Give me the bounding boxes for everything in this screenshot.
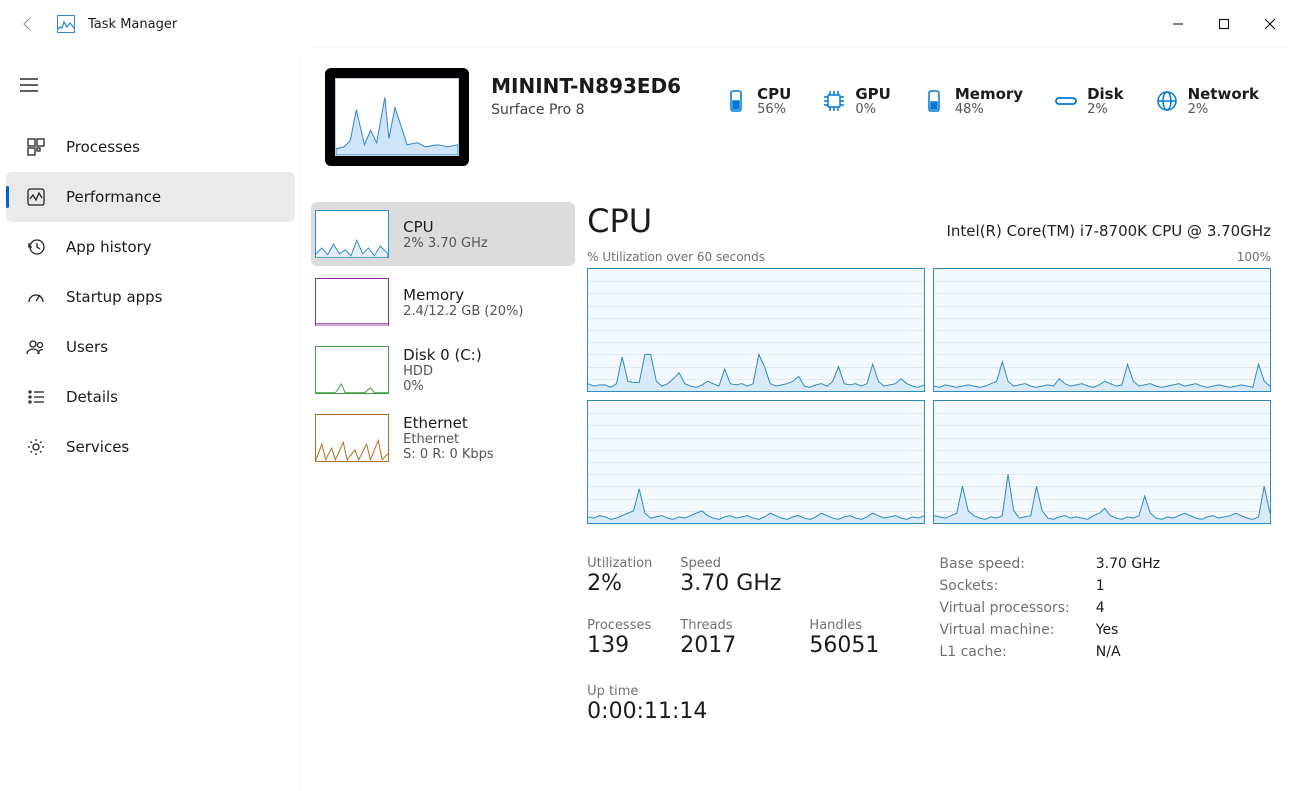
stat-processes: 139 xyxy=(587,633,652,658)
nav-label: Startup apps xyxy=(66,288,163,306)
nav-label: App history xyxy=(66,238,152,256)
list-icon xyxy=(24,385,48,409)
perf-item-disk[interactable]: Disk 0 (C:)HDD 0% xyxy=(311,338,575,402)
disk-icon xyxy=(1053,88,1079,114)
perf-item-cpu[interactable]: CPU2% 3.70 GHz xyxy=(311,202,575,266)
maximize-button[interactable] xyxy=(1201,6,1247,42)
header-card: MININT-N893ED6 Surface Pro 8 CPU56% GPU0… xyxy=(301,48,1293,190)
nav-performance[interactable]: Performance xyxy=(6,172,295,222)
users-icon xyxy=(24,335,48,359)
nav-label: Details xyxy=(66,388,118,406)
header-thumbnail xyxy=(325,68,469,166)
hamburger-button[interactable] xyxy=(6,66,52,104)
quick-stat-cpu[interactable]: CPU56% xyxy=(723,86,791,117)
nav-startup-apps[interactable]: Startup apps xyxy=(6,272,295,322)
mini-chart-cpu xyxy=(315,210,389,258)
nav-users[interactable]: Users xyxy=(6,322,295,372)
quick-stat-gpu[interactable]: GPU0% xyxy=(821,86,891,117)
cpu-bar-icon xyxy=(723,88,749,114)
app-title: Task Manager xyxy=(88,17,177,32)
perf-main: CPU Intel(R) Core(TM) i7-8700K CPU @ 3.7… xyxy=(587,196,1271,771)
stats-right: Base speed:3.70 GHz Sockets:1 Virtual pr… xyxy=(939,556,1160,660)
mini-chart-ethernet xyxy=(315,414,389,462)
quick-stats: CPU56% GPU0% Memory48% Disk2% Network2% xyxy=(723,86,1259,117)
host-model: Surface Pro 8 xyxy=(491,102,701,118)
nav-label: Processes xyxy=(66,138,140,156)
axis-right-label: 100% xyxy=(1237,250,1271,264)
cpu-charts-grid xyxy=(587,268,1271,524)
nav-services[interactable]: Services xyxy=(6,422,295,472)
uptime-block: Up time 0:00:11:14 xyxy=(587,684,1271,724)
memory-bar-icon xyxy=(921,88,947,114)
sidebar: Processes Performance App history Startu… xyxy=(0,48,301,791)
cpu-chart-3 xyxy=(933,400,1271,524)
stat-uptime: 0:00:11:14 xyxy=(587,699,1271,724)
activity-icon xyxy=(24,185,48,209)
stats-left: Utilization 2% Speed 3.70 GHz Processes … xyxy=(587,556,879,660)
back-button[interactable] xyxy=(10,6,46,42)
nav-label: Performance xyxy=(66,188,161,206)
resource-title: CPU xyxy=(587,202,652,240)
nav-label: Services xyxy=(66,438,129,456)
mini-chart-memory xyxy=(315,278,389,326)
minimize-button[interactable] xyxy=(1155,6,1201,42)
chip-icon xyxy=(821,88,847,114)
stat-threads: 2017 xyxy=(680,633,781,658)
gear-icon xyxy=(24,435,48,459)
cpu-model: Intel(R) Core(TM) i7-8700K CPU @ 3.70GHz xyxy=(946,222,1271,240)
app-icon xyxy=(56,14,76,34)
axis-left-label: % Utilization over 60 seconds xyxy=(587,250,765,264)
quick-stat-network[interactable]: Network2% xyxy=(1154,86,1259,117)
host-name: MININT-N893ED6 xyxy=(491,74,701,98)
close-button[interactable] xyxy=(1247,6,1293,42)
stat-speed: 3.70 GHz xyxy=(680,571,781,596)
cpu-chart-1 xyxy=(933,268,1271,392)
quick-stat-memory[interactable]: Memory48% xyxy=(921,86,1023,117)
cpu-chart-2 xyxy=(587,400,925,524)
grid-icon xyxy=(24,135,48,159)
perf-item-memory[interactable]: Memory2.4/12.2 GB (20%) xyxy=(311,270,575,334)
content: MININT-N893ED6 Surface Pro 8 CPU56% GPU0… xyxy=(301,48,1293,791)
globe-icon xyxy=(1154,88,1180,114)
gauge-icon xyxy=(24,285,48,309)
perf-item-ethernet[interactable]: EthernetEthernet S: 0 R: 0 Kbps xyxy=(311,406,575,470)
history-icon xyxy=(24,235,48,259)
titlebar: Task Manager xyxy=(0,0,1293,48)
nav-app-history[interactable]: App history xyxy=(6,222,295,272)
nav-label: Users xyxy=(66,338,108,356)
mini-chart-disk xyxy=(315,346,389,394)
cpu-chart-0 xyxy=(587,268,925,392)
stat-handles: 56051 xyxy=(809,633,879,658)
stat-utilization: 2% xyxy=(587,571,652,596)
host-info: MININT-N893ED6 Surface Pro 8 xyxy=(491,74,701,118)
nav-processes[interactable]: Processes xyxy=(6,122,295,172)
perf-resource-list: CPU2% 3.70 GHz Memory2.4/12.2 GB (20%) D… xyxy=(311,196,575,771)
nav-details[interactable]: Details xyxy=(6,372,295,422)
quick-stat-disk[interactable]: Disk2% xyxy=(1053,86,1124,117)
